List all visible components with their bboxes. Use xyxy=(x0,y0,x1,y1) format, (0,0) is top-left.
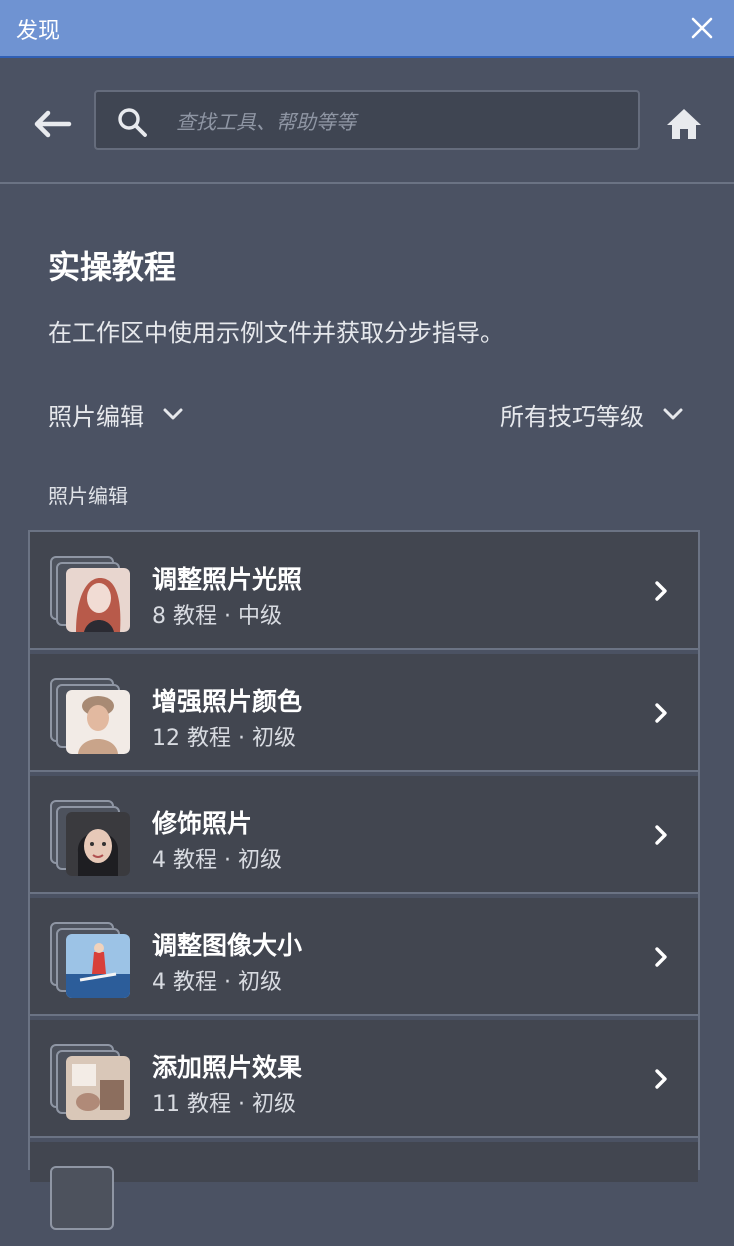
chevron-right-icon xyxy=(655,947,667,967)
chevron-right-icon xyxy=(655,1069,667,1089)
tutorial-thumbnail xyxy=(66,690,130,754)
tutorial-title: 调整照片光照 xyxy=(152,565,303,594)
section-title: 实操教程 xyxy=(48,248,177,286)
tutorial-title: 增强照片颜色 xyxy=(152,687,303,716)
skill-level-filter-dropdown[interactable]: 所有技巧等级 xyxy=(500,394,684,434)
tutorial-item[interactable]: 修饰照片 4 教程 · 初级 xyxy=(30,776,698,894)
tutorial-title: 调整图像大小 xyxy=(152,931,303,960)
tutorial-meta: 8 教程 · 中级 xyxy=(152,604,282,629)
tutorial-thumbnail xyxy=(66,934,130,998)
tutorial-thumbnail xyxy=(66,812,130,876)
tutorial-meta: 4 教程 · 初级 xyxy=(152,970,282,995)
tutorial-thumbnail xyxy=(66,1056,130,1120)
tutorial-title: 修饰照片 xyxy=(152,809,253,838)
skill-level-filter-label: 所有技巧等级 xyxy=(500,402,644,431)
home-icon xyxy=(667,109,701,139)
tutorial-list: 调整照片光照 8 教程 · 中级 增强照片颜色 12 教程 · 初级 修饰照片 … xyxy=(28,530,700,1230)
tutorial-title: 添加照片效果 xyxy=(152,1053,303,1082)
tutorial-meta: 11 教程 · 初级 xyxy=(152,1092,296,1117)
tutorial-item[interactable]: 调整照片光照 8 教程 · 中级 xyxy=(30,532,698,650)
thumbnail-stack xyxy=(50,556,134,636)
tutorial-item[interactable] xyxy=(30,1142,698,1230)
category-filter-dropdown[interactable]: 照片编辑 xyxy=(48,394,184,434)
tutorial-meta: 12 教程 · 初级 xyxy=(152,726,296,751)
chevron-right-icon xyxy=(655,581,667,601)
title-bar: 发现 xyxy=(0,0,734,58)
window-title: 发现 xyxy=(16,19,61,44)
thumbnail-stack xyxy=(50,922,134,1002)
close-icon xyxy=(691,17,713,39)
thumbnail-stack xyxy=(50,800,134,880)
thumbnail-stack xyxy=(50,678,134,758)
search-icon xyxy=(118,108,147,137)
chevron-right-icon xyxy=(655,703,667,723)
tutorial-item[interactable]: 调整图像大小 4 教程 · 初级 xyxy=(30,898,698,1016)
chevron-right-icon xyxy=(655,825,667,845)
tutorial-meta: 4 教程 · 初级 xyxy=(152,848,282,873)
tutorial-thumbnail xyxy=(66,568,130,632)
back-button[interactable] xyxy=(28,104,76,144)
group-label: 照片编辑 xyxy=(48,484,128,508)
chevron-down-icon xyxy=(163,408,183,420)
back-arrow-icon xyxy=(34,110,72,138)
chevron-down-icon xyxy=(663,408,683,420)
tutorial-item[interactable]: 添加照片效果 11 教程 · 初级 xyxy=(30,1020,698,1138)
search-input[interactable] xyxy=(174,104,618,140)
home-button[interactable] xyxy=(660,102,708,146)
close-button[interactable] xyxy=(684,10,720,46)
tutorial-item[interactable]: 增强照片颜色 12 教程 · 初级 xyxy=(30,654,698,772)
category-filter-label: 照片编辑 xyxy=(48,402,144,431)
thumbnail-stack xyxy=(50,1166,134,1246)
thumbnail-stack xyxy=(50,1044,134,1124)
search-box[interactable] xyxy=(94,90,640,150)
toolbar xyxy=(0,60,734,184)
section-description: 在工作区中使用示例文件并获取分步指导。 xyxy=(48,319,504,347)
